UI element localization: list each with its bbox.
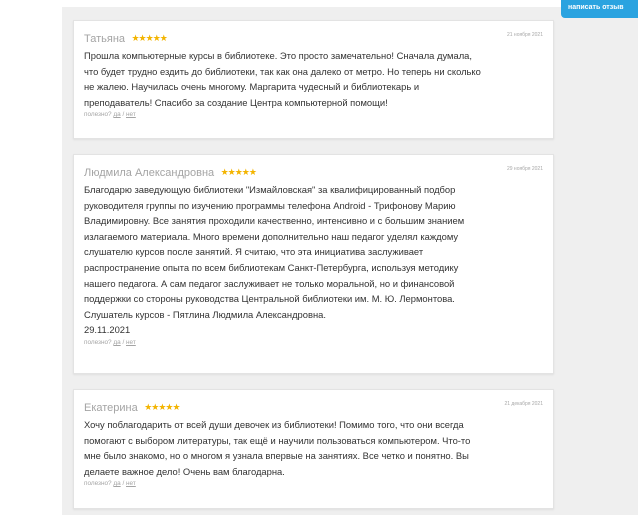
rating-stars-icon: ★★★★★ [131,33,167,44]
write-review-button[interactable]: написать отзыв [561,0,638,18]
helpful-separator: / [122,338,125,346]
helpful-no-link[interactable]: нет [126,480,136,487]
helpful-no-link[interactable]: нет [126,339,136,346]
review-card: Татьяна ★★★★★ 21 ноября 2021 Прошла комп… [73,20,554,139]
review-text: Прошла компьютерные курсы в библиотеке. … [84,50,481,108]
helpful-question: полезно? [84,111,112,119]
helpful-separator: / [122,111,125,119]
review-header: Екатерина ★★★★★ 21 декабря 2021 [84,399,543,415]
review-date: 29 ноября 2021 [506,166,543,172]
helpful-vote: полезно? да / нет [84,480,543,487]
review-header: Людмила Александровна ★★★★★ 29 ноября 20… [84,164,543,180]
helpful-no-link[interactable]: нет [126,111,136,118]
helpful-yes-link[interactable]: да [113,339,120,346]
helpful-yes-link[interactable]: да [113,480,120,487]
review-date: 21 ноября 2021 [506,32,543,38]
review-author: Екатерина [84,401,138,414]
helpful-question: полезно? [84,480,112,488]
helpful-vote: полезно? да / нет [84,111,543,118]
review-card: Людмила Александровна ★★★★★ 29 ноября 20… [73,154,554,374]
helpful-yes-link[interactable]: да [113,111,120,118]
helpful-question: полезно? [84,338,112,346]
helpful-vote: полезно? да / нет [84,339,543,346]
helpful-separator: / [122,480,125,488]
review-author: Татьяна [84,32,126,45]
review-author: Людмила Александровна [84,166,215,179]
review-date: 21 декабря 2021 [504,401,543,407]
review-card: Екатерина ★★★★★ 21 декабря 2021 Хочу поб… [73,389,554,509]
review-header: Татьяна ★★★★★ 21 ноября 2021 [84,30,543,46]
rating-stars-icon: ★★★★★ [220,167,257,178]
review-text: Хочу поблагодарить от всей души девочек … [84,419,471,477]
rating-stars-icon: ★★★★★ [144,402,180,413]
review-text: Благодарю заведующую библиотеки "Измайло… [84,184,465,336]
